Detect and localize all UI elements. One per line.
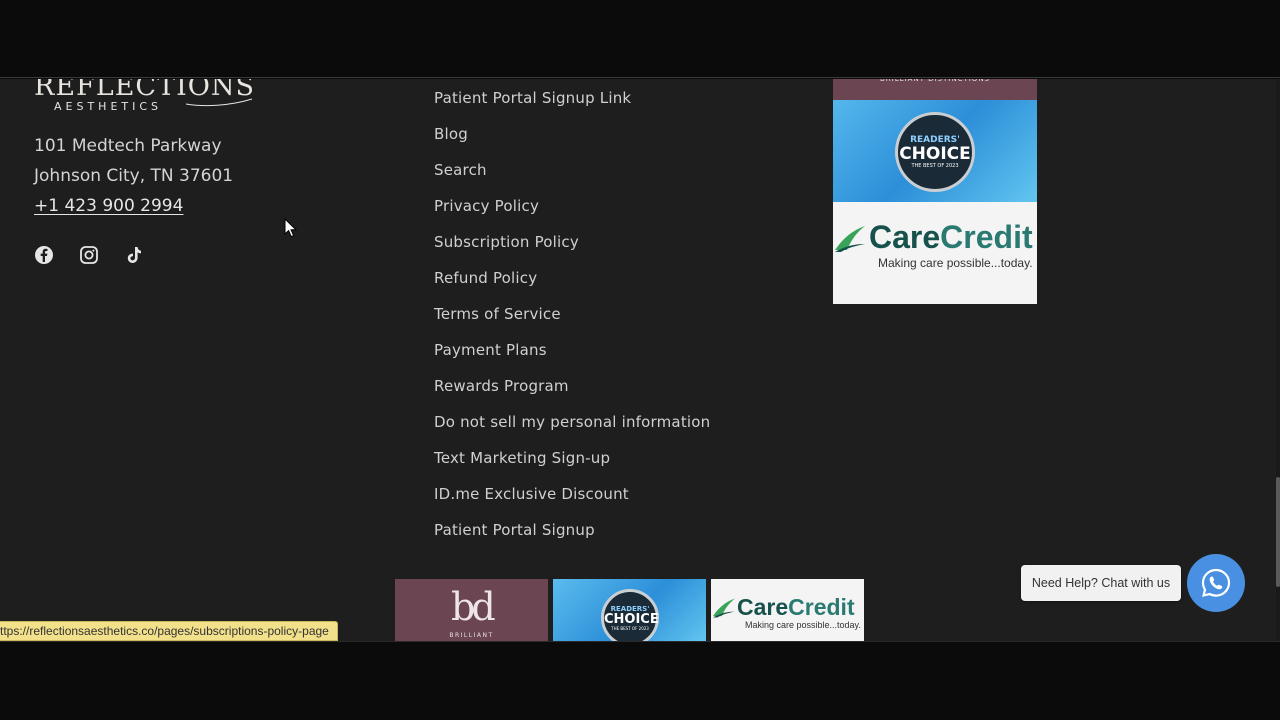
- facebook-icon[interactable]: [34, 245, 54, 265]
- page-footer: REFLECTIONS AESTHETICS 101 Medtech Parkw…: [0, 79, 1276, 641]
- bottom-carecredit-wordmark: CareCredit: [737, 595, 855, 619]
- whatsapp-icon: [1201, 568, 1231, 597]
- browser-bottom-bar: [0, 641, 1280, 720]
- social-links: [34, 245, 144, 265]
- footer-link-text-marketing[interactable]: Text Marketing Sign-up: [434, 447, 710, 483]
- carecredit-badge[interactable]: CareCredit Making care possible...today.: [833, 202, 1037, 304]
- bottom-badge-row: bd BRILLIANT READERS' CHOICE THE BEST OF…: [395, 579, 864, 641]
- carecredit-wordmark: CareCredit: [869, 220, 1033, 254]
- footer-links: Patient Portal Signup Link Blog Search P…: [434, 87, 710, 555]
- mouse-cursor-icon: [284, 218, 298, 238]
- bottom-carecredit-care: Care: [737, 594, 789, 620]
- bottom-carecredit-swoosh-icon: [713, 598, 735, 618]
- whatsapp-chat-button[interactable]: [1187, 554, 1245, 612]
- bd-logo-mark: bd: [451, 585, 496, 629]
- carecredit-care: Care: [869, 219, 941, 255]
- bottom-readers-line-2: CHOICE: [604, 612, 659, 627]
- scrollbar-thumb[interactable]: [1276, 477, 1280, 587]
- footer-link-idme-discount[interactable]: ID.me Exclusive Discount: [434, 483, 710, 519]
- instagram-icon[interactable]: [79, 245, 99, 265]
- readers-choice-badge[interactable]: READERS' CHOICE THE BEST OF 2023: [833, 100, 1037, 202]
- footer-link-terms-of-service[interactable]: Terms of Service: [434, 303, 710, 339]
- footer-link-patient-portal-signup-link[interactable]: Patient Portal Signup Link: [434, 87, 710, 123]
- footer-link-rewards-program[interactable]: Rewards Program: [434, 375, 710, 411]
- bottom-carecredit-credit: Credit: [788, 594, 855, 620]
- carecredit-swoosh-icon: [835, 226, 865, 252]
- bd-logo-word: BRILLIANT: [449, 632, 494, 639]
- bottom-readers-seal: READERS' CHOICE THE BEST OF 2023: [601, 589, 659, 641]
- carecredit-credit: Credit: [940, 219, 1033, 255]
- chat-help-label[interactable]: Need Help? Chat with us: [1021, 565, 1181, 601]
- browser-status-url: ttps://reflectionsaesthetics.co/pages/su…: [0, 621, 338, 641]
- tiktok-icon[interactable]: [124, 245, 144, 265]
- carecredit-tagline: Making care possible...today.: [878, 256, 1033, 270]
- bottom-readers-choice-badge[interactable]: READERS' CHOICE THE BEST OF 2023: [553, 579, 706, 641]
- partner-badges: BRILLIANT DISTINCTIONS READERS' CHOICE T…: [833, 79, 1037, 304]
- phone-link[interactable]: +1 423 900 2994: [34, 191, 233, 221]
- footer-link-privacy-policy[interactable]: Privacy Policy: [434, 195, 710, 231]
- reflections-logo[interactable]: REFLECTIONS AESTHETICS: [34, 79, 254, 113]
- footer-link-refund-policy[interactable]: Refund Policy: [434, 267, 710, 303]
- bottom-readers-line-3: THE BEST OF 2023: [611, 626, 649, 631]
- readers-choice-seal: READERS' CHOICE THE BEST OF 2023: [895, 112, 975, 192]
- bottom-carecredit-tagline: Making care possible...today.: [745, 620, 861, 630]
- brilliant-distinctions-badge[interactable]: BRILLIANT DISTINCTIONS: [833, 79, 1037, 100]
- footer-link-patient-portal-signup[interactable]: Patient Portal Signup: [434, 519, 710, 555]
- logo-swash-icon: [185, 98, 253, 107]
- bottom-brilliant-badge[interactable]: bd BRILLIANT: [395, 579, 548, 641]
- browser-top-bar: [0, 0, 1280, 78]
- footer-link-do-not-sell[interactable]: Do not sell my personal information: [434, 411, 710, 447]
- footer-link-blog[interactable]: Blog: [434, 123, 710, 159]
- readers-choice-line-2: CHOICE: [899, 144, 971, 164]
- footer-link-subscription-policy[interactable]: Subscription Policy: [434, 231, 710, 267]
- page-scrollbar[interactable]: [1276, 79, 1280, 641]
- footer-link-search[interactable]: Search: [434, 159, 710, 195]
- address-block: 101 Medtech Parkway Johnson City, TN 376…: [34, 131, 233, 221]
- bottom-carecredit-badge[interactable]: CareCredit Making care possible...today.: [711, 579, 864, 641]
- address-line-1: 101 Medtech Parkway: [34, 136, 222, 156]
- address-line-2: Johnson City, TN 37601: [34, 166, 234, 186]
- footer-link-payment-plans[interactable]: Payment Plans: [434, 339, 710, 375]
